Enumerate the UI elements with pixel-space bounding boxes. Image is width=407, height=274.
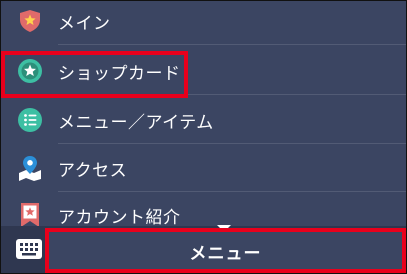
menu-item-label: ショップカード [58,63,181,84]
menu-item-shop-card[interactable]: ショップカード [1,47,406,95]
menu-item-label: アカウント紹介 [58,207,181,228]
menu-item-label: メニュー／アイテム [58,112,214,133]
star-badge-icon [17,58,43,84]
shield-star-icon [17,8,43,34]
bookmark-star-icon [17,202,43,228]
caret-down-icon [217,225,231,232]
menu-item-label: アクセス [58,160,128,181]
divider [58,94,406,95]
menu-item-access[interactable]: アクセス [1,144,406,192]
menu-item-menu-items[interactable]: メニュー／アイテム [1,96,406,144]
map-pin-icon [17,155,43,181]
keyboard-icon[interactable] [15,237,43,261]
list-icon [17,107,43,133]
divider [58,44,406,45]
menu-panel: メイン ショップカード メニュー／アイテム アクセス アカウント紹介 メニュー [0,0,407,274]
menu-item-label: メイン [58,13,111,34]
menu-item-main[interactable]: メイン [1,1,406,45]
menu-toggle-button[interactable]: メニュー [47,231,404,271]
menu-button-label: メニュー [189,243,262,264]
